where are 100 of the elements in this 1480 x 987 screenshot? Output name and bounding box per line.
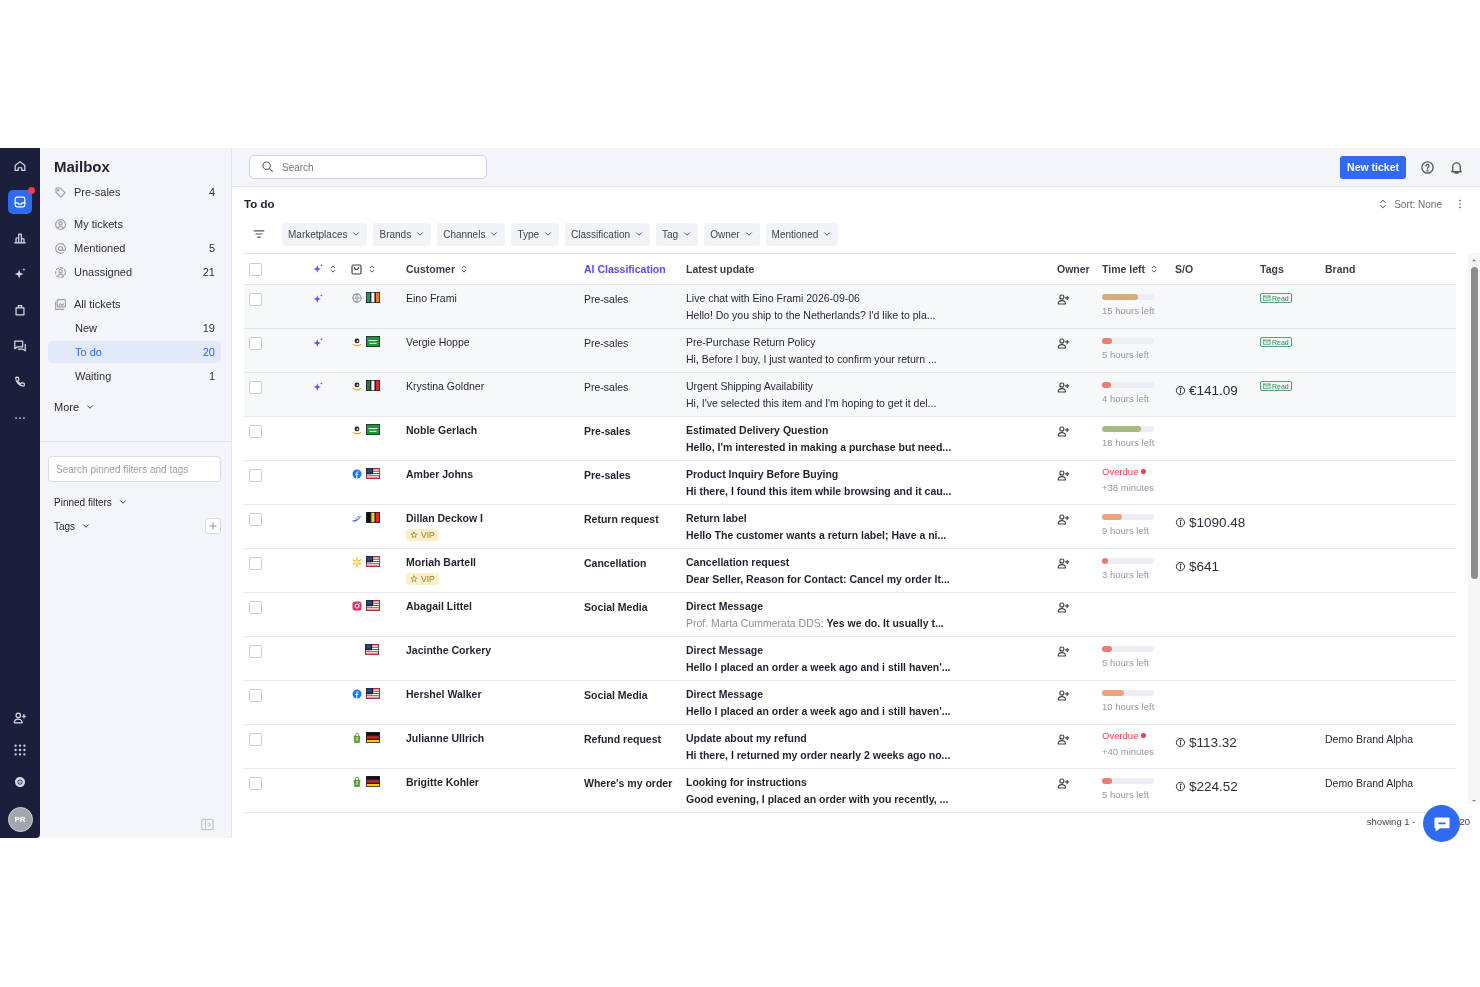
notifications-icon[interactable] — [1449, 159, 1464, 175]
ticket-row[interactable]: Hershel Walker Social Media Direct Message Hello I placed an order a week ago and i still haven'... 10 hours left — [244, 681, 1456, 725]
assign-user-icon[interactable] — [1057, 469, 1070, 482]
assign-user-icon[interactable] — [1057, 733, 1070, 746]
sidebar-item[interactable]: New 19 — [48, 317, 221, 339]
row-checkbox[interactable] — [249, 645, 262, 658]
row-checkbox[interactable] — [249, 689, 262, 702]
filter-dropdown[interactable]: Channels — [437, 222, 506, 246]
settings-icon[interactable] — [13, 775, 27, 789]
customer-name[interactable]: Hershel Walker — [406, 688, 482, 700]
sidebar-item[interactable]: All tickets — [48, 293, 221, 315]
customer-name[interactable]: Noble Gerlach — [406, 424, 478, 436]
assign-user-icon[interactable] — [1057, 557, 1070, 570]
ticket-row[interactable]: Abagail Littel Social Media Direct Message Prof. Marta Cummerata DDS: Yes we do. It usually t... — [244, 593, 1456, 637]
pinned-search-field[interactable]: Search pinned filters and tags — [48, 456, 221, 482]
inbox-nav-button[interactable] — [8, 190, 32, 214]
customer-name[interactable]: Julianne Ullrich — [406, 732, 485, 744]
tags-label[interactable]: Tags — [54, 520, 76, 532]
customer-name[interactable]: Amber Johns — [406, 468, 474, 480]
sidebar-item[interactable]: Unassigned 21 — [48, 261, 221, 283]
row-checkbox[interactable] — [249, 733, 262, 746]
sort-icon[interactable] — [367, 264, 377, 274]
assign-user-icon[interactable] — [1057, 601, 1070, 614]
chevron-down-icon[interactable] — [117, 497, 128, 507]
chat-icon[interactable] — [13, 339, 27, 353]
filter-dropdown[interactable]: Owner — [704, 222, 760, 246]
sidebar-item[interactable]: To do 20 — [48, 341, 221, 363]
filter-dropdown[interactable]: Classification — [565, 222, 651, 246]
assign-user-icon[interactable] — [1057, 777, 1070, 790]
assign-user-icon[interactable] — [1057, 645, 1070, 658]
sidebar-item[interactable]: Pre-sales 4 — [48, 181, 221, 203]
row-checkbox[interactable] — [249, 601, 262, 614]
assign-user-icon[interactable] — [1057, 381, 1070, 394]
customer-name[interactable]: Eino Frami — [406, 292, 457, 304]
sidebar-item[interactable]: Waiting 1 — [48, 365, 221, 387]
row-checkbox[interactable] — [249, 381, 262, 394]
chevron-down-icon[interactable] — [743, 229, 754, 239]
customer-name[interactable]: Brigitte Kohler — [406, 776, 479, 788]
phone-icon[interactable] — [13, 375, 27, 389]
assign-user-icon[interactable] — [1057, 293, 1070, 306]
scrollbar-thumb[interactable] — [1470, 267, 1478, 579]
chevron-down-icon[interactable] — [415, 229, 426, 239]
filter-dropdown[interactable]: Brands — [373, 222, 432, 246]
chevron-down-icon[interactable] — [822, 229, 833, 239]
filter-dropdown[interactable]: Mentioned — [765, 222, 839, 246]
more-toggle[interactable]: More — [54, 401, 96, 413]
customer-name[interactable]: Jacinthe Corkery — [406, 644, 492, 656]
apps-grid-icon[interactable] — [13, 743, 27, 757]
help-icon[interactable] — [1420, 159, 1435, 175]
ticket-row[interactable]: Moriah Bartell VIP Cancellation Cancellation request Dear Seller, Reason for Contact: Cancel my order It... 3 hours left $641 — [244, 549, 1456, 593]
row-checkbox[interactable] — [249, 513, 262, 526]
ticket-row[interactable]: Dillan Deckow I VIP Return request Return label Hello The customer wants a return label; Have a ni... 9 hours left $1090.48 — [244, 505, 1456, 549]
pinned-filters-label[interactable]: Pinned filters — [54, 496, 112, 508]
inbox-icon[interactable] — [13, 195, 27, 209]
ticket-row[interactable]: Julianne Ullrich Refund request Update about my refund Hi there, I returned my order nearly 2 weeks ago no... Overdue +40 minutes $113.32 Demo Brand Alpha — [244, 725, 1456, 769]
filter-dropdown[interactable]: Marketplaces — [282, 222, 368, 246]
sidebar-item[interactable]: Mentioned 5 — [48, 237, 221, 259]
assign-user-icon[interactable] — [1057, 689, 1070, 702]
customer-name[interactable]: Moriah Bartell — [406, 556, 476, 568]
filter-dropdown[interactable]: Tag — [656, 222, 699, 246]
ticket-row[interactable]: Jacinthe Corkery Direct Message Hello I placed an order a week ago and i still haven'... 5 hours left — [244, 637, 1456, 681]
customer-name[interactable]: Abagail Littel — [406, 600, 472, 612]
row-checkbox[interactable] — [249, 469, 262, 482]
chat-launcher-button[interactable] — [1423, 805, 1460, 842]
sort-button[interactable]: Sort: None — [1377, 198, 1442, 210]
customer-name[interactable]: Dillan Deckow I — [406, 512, 484, 524]
chevron-down-icon[interactable] — [489, 229, 500, 239]
add-user-icon[interactable] — [13, 711, 27, 725]
chevron-down-icon[interactable] — [543, 229, 554, 239]
chevron-down-icon[interactable] — [634, 229, 645, 239]
row-checkbox[interactable] — [249, 777, 262, 790]
home-icon[interactable] — [13, 159, 27, 173]
assign-user-icon[interactable] — [1057, 337, 1070, 350]
chevron-down-icon[interactable] — [81, 521, 92, 531]
customer-name[interactable]: Krystina Goldner — [406, 380, 485, 392]
assign-user-icon[interactable] — [1057, 513, 1070, 526]
sidebar-item[interactable]: My tickets — [48, 213, 221, 235]
filter-dropdown[interactable]: Type — [511, 222, 560, 246]
chevron-down-icon[interactable] — [351, 229, 362, 239]
chevron-down-icon[interactable] — [682, 229, 693, 239]
row-checkbox[interactable] — [249, 425, 262, 438]
sort-icon[interactable] — [328, 264, 338, 274]
filter-icon[interactable] — [252, 227, 266, 241]
scrollbar[interactable] — [1468, 253, 1480, 804]
ticket-row[interactable]: Amber Johns Pre-sales Product Inquiry Before Buying Hi there, I found this item while browsing and it cau... Overdue +38 minutes — [244, 461, 1456, 505]
row-checkbox[interactable] — [249, 293, 262, 306]
row-checkbox[interactable] — [249, 337, 262, 350]
sort-icon[interactable] — [459, 264, 469, 274]
select-all-checkbox[interactable] — [249, 262, 262, 276]
scroll-down-icon[interactable] — [1470, 798, 1478, 804]
scroll-up-icon[interactable] — [1470, 257, 1478, 263]
shopping-bag-icon[interactable] — [13, 303, 27, 317]
ticket-row[interactable]: Brigitte Kohler Where's my order Looking for instructions Good evening, I placed an order with you recently, ... 5 hours left $224.52 Demo Brand Alpha — [244, 769, 1456, 813]
bar-chart-icon[interactable] — [13, 231, 27, 245]
assign-user-icon[interactable] — [1057, 425, 1070, 438]
ticket-row[interactable]: Noble Gerlach Pre-sales Estimated Delivery Question Hello, I'm interested in making a purchase but need... 18 hours left — [244, 417, 1456, 461]
sort-icon[interactable] — [1149, 264, 1159, 274]
new-ticket-button[interactable]: New ticket — [1340, 155, 1406, 179]
row-checkbox[interactable] — [249, 557, 262, 570]
customer-name[interactable]: Vergie Hoppe — [406, 336, 470, 348]
